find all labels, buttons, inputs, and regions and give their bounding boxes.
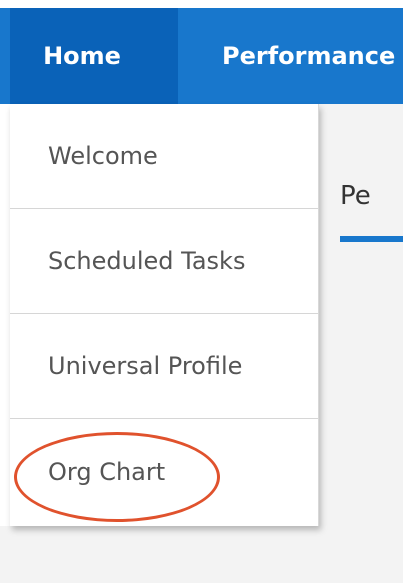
menu-item-welcome[interactable]: Welcome: [10, 104, 318, 209]
page: Home Performance Pe Welcome Scheduled Ta…: [0, 0, 403, 583]
menu-item-scheduled-tasks[interactable]: Scheduled Tasks: [10, 209, 318, 314]
top-strip: [0, 0, 403, 8]
background-area: [0, 526, 318, 583]
nav-item-performance[interactable]: Performance: [222, 8, 395, 104]
home-dropdown-menu: Welcome Scheduled Tasks Universal Profil…: [10, 104, 319, 526]
content-tab-underline: [340, 236, 403, 242]
top-navigation-bar: Home Performance: [0, 8, 403, 104]
menu-item-org-chart[interactable]: Org Chart: [10, 419, 318, 524]
nav-item-home[interactable]: Home: [10, 8, 178, 104]
menu-item-universal-profile[interactable]: Universal Profile: [10, 314, 318, 419]
content-tab[interactable]: Pe: [340, 160, 371, 232]
